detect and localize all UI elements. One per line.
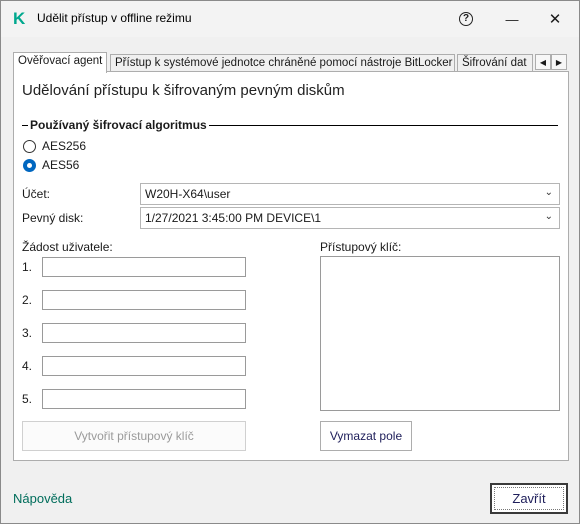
help-link[interactable]: Nápověda (13, 491, 72, 506)
help-button[interactable]: ? (452, 7, 480, 31)
arrow-left-icon: ◀ (539, 57, 547, 67)
close-window-button[interactable]: ✕ (541, 7, 569, 31)
radio-button-checked[interactable] (23, 158, 36, 172)
window-title: Udělit přístup v offline režimu (37, 11, 192, 25)
request-input-3[interactable] (42, 323, 246, 343)
close-icon: ✕ (548, 11, 562, 28)
disk-select[interactable]: 1/27/2021 3:45:00 PM DEVICE\1 ⌄ (140, 207, 560, 229)
tab-scroll-right-button[interactable]: ▶ (551, 54, 567, 70)
disk-label: Pevný disk: (22, 211, 84, 225)
disk-value: 1/27/2021 3:45:00 PM DEVICE\1 (145, 211, 322, 225)
radio-label-aes256: AES256 (42, 139, 87, 153)
request-number: 3. (22, 326, 33, 340)
account-select[interactable]: W20H-X64\user ⌄ (140, 183, 560, 205)
chevron-down-icon: ⌄ (544, 211, 553, 222)
create-access-key-button[interactable]: Vytvořit přístupový klíč (22, 421, 246, 451)
request-number: 4. (22, 359, 33, 373)
request-input-5[interactable] (42, 389, 246, 409)
request-input-2[interactable] (42, 290, 246, 310)
request-input-4[interactable] (42, 356, 246, 376)
request-number: 1. (22, 260, 33, 274)
clear-fields-button[interactable]: Vymazat pole (320, 421, 412, 451)
radio-aes256[interactable]: AES256 (23, 138, 86, 154)
help-icon: ? (459, 12, 473, 26)
kaspersky-k-icon: K (13, 9, 26, 28)
radio-aes56[interactable]: AES56 (23, 157, 79, 173)
request-number: 5. (22, 392, 33, 406)
account-value: W20H-X64\user (145, 187, 231, 201)
account-label: Účet: (22, 187, 51, 201)
tab-strip: Ověřovací agent Přístup k systémové jedn… (13, 52, 569, 73)
algorithm-group-label: Používaný šifrovací algoritmus (28, 118, 209, 132)
tab-data-encryption[interactable]: Šifrování dat (457, 54, 533, 72)
request-input-1[interactable] (42, 257, 246, 277)
tab-panel: Udělování přístupu k šifrovaným pevným d… (13, 71, 569, 461)
arrow-right-icon: ▶ (555, 57, 563, 67)
user-request-label: Žádost uživatele: (22, 240, 113, 254)
tab-scroll-left-button[interactable]: ◀ (535, 54, 551, 70)
tab-bitlocker-access[interactable]: Přístup k systémové jednotce chráněné po… (110, 54, 455, 72)
tab-authentication-agent[interactable]: Ověřovací agent (13, 52, 107, 73)
chevron-down-icon: ⌄ (544, 187, 553, 198)
request-number: 2. (22, 293, 33, 307)
minimize-button[interactable]: — (498, 7, 526, 31)
dialog-window: K Udělit přístup v offline režimu ? — ✕ … (0, 0, 580, 524)
title-bar[interactable]: K Udělit přístup v offline režimu ? — ✕ (1, 1, 579, 37)
access-key-field[interactable] (320, 256, 560, 411)
access-key-label: Přístupový klíč: (320, 240, 402, 254)
panel-heading: Udělování přístupu k šifrovaným pevným d… (22, 82, 345, 99)
radio-label-aes56: AES56 (42, 158, 80, 172)
close-button[interactable]: Zavřít (490, 483, 568, 514)
radio-button-unchecked[interactable] (23, 139, 36, 153)
minimize-icon: — (505, 11, 519, 27)
